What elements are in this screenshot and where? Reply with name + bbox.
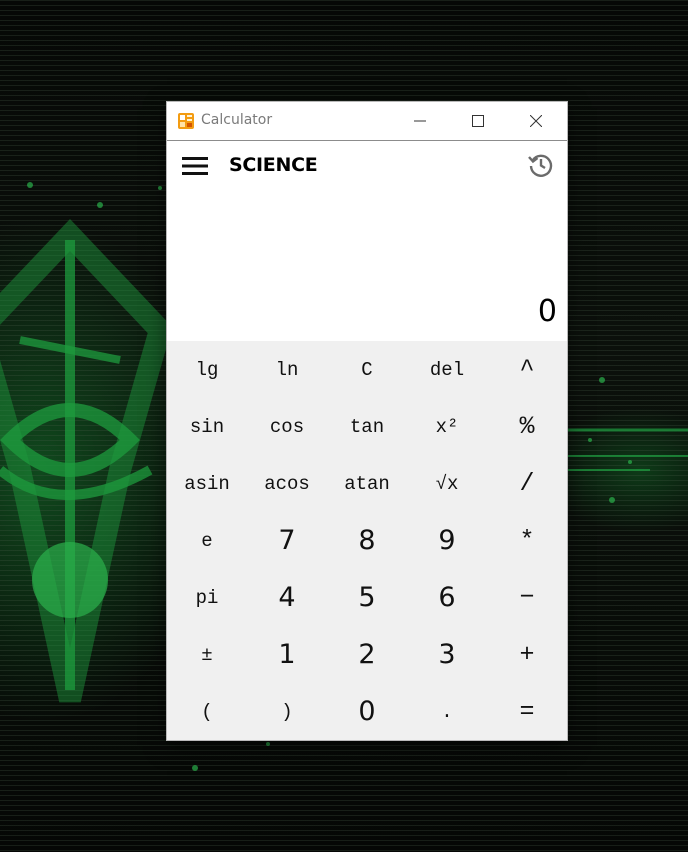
maximize-icon [472, 115, 484, 127]
history-button[interactable] [527, 151, 555, 179]
key-2[interactable]: 2 [327, 626, 407, 683]
key-divide[interactable]: / [487, 455, 567, 512]
keypad: lg ln C del ^ sin cos tan x² % asin acos… [167, 341, 567, 740]
key-atan[interactable]: atan [327, 455, 407, 512]
key-5[interactable]: 5 [327, 569, 407, 626]
calculator-window: Calculator SCIENCE 0 lg ln C del ^ sin c… [167, 102, 567, 740]
key-clear[interactable]: C [327, 341, 407, 398]
key-plus-minus[interactable]: ± [167, 626, 247, 683]
close-button[interactable] [507, 102, 565, 140]
key-lg[interactable]: lg [167, 341, 247, 398]
key-7[interactable]: 7 [247, 512, 327, 569]
maximize-button[interactable] [449, 102, 507, 140]
key-acos[interactable]: acos [247, 455, 327, 512]
key-subtract[interactable]: − [487, 569, 567, 626]
minimize-icon [414, 120, 426, 122]
key-power[interactable]: ^ [487, 341, 567, 398]
key-tan[interactable]: tan [327, 398, 407, 455]
key-1[interactable]: 1 [247, 626, 327, 683]
mode-title: SCIENCE [229, 154, 318, 176]
key-delete[interactable]: del [407, 341, 487, 398]
display: 0 [167, 191, 567, 341]
hamburger-menu-icon [182, 157, 208, 175]
close-icon [530, 115, 542, 127]
key-e[interactable]: e [167, 512, 247, 569]
app-bar: SCIENCE [167, 141, 567, 191]
minimize-button[interactable] [391, 102, 449, 140]
key-equals[interactable]: = [487, 683, 567, 740]
key-percent[interactable]: % [487, 398, 567, 455]
key-9[interactable]: 9 [407, 512, 487, 569]
key-sin[interactable]: sin [167, 398, 247, 455]
key-6[interactable]: 6 [407, 569, 487, 626]
key-square[interactable]: x² [407, 398, 487, 455]
key-3[interactable]: 3 [407, 626, 487, 683]
key-pi[interactable]: pi [167, 569, 247, 626]
key-cos[interactable]: cos [247, 398, 327, 455]
key-8[interactable]: 8 [327, 512, 407, 569]
display-value: 0 [537, 294, 557, 329]
key-add[interactable]: + [487, 626, 567, 683]
calculator-app-icon [178, 113, 194, 129]
key-4[interactable]: 4 [247, 569, 327, 626]
key-sqrt[interactable]: √x [407, 455, 487, 512]
key-multiply[interactable]: * [487, 512, 567, 569]
title-bar[interactable]: Calculator [167, 102, 567, 141]
window-title: Calculator [201, 112, 273, 128]
key-open-paren[interactable]: ( [167, 683, 247, 740]
key-close-paren[interactable]: ) [247, 683, 327, 740]
history-icon [528, 154, 553, 177]
key-decimal[interactable]: . [407, 683, 487, 740]
key-0[interactable]: 0 [327, 683, 407, 740]
key-ln[interactable]: ln [247, 341, 327, 398]
hamburger-menu-button[interactable] [181, 155, 209, 177]
key-asin[interactable]: asin [167, 455, 247, 512]
